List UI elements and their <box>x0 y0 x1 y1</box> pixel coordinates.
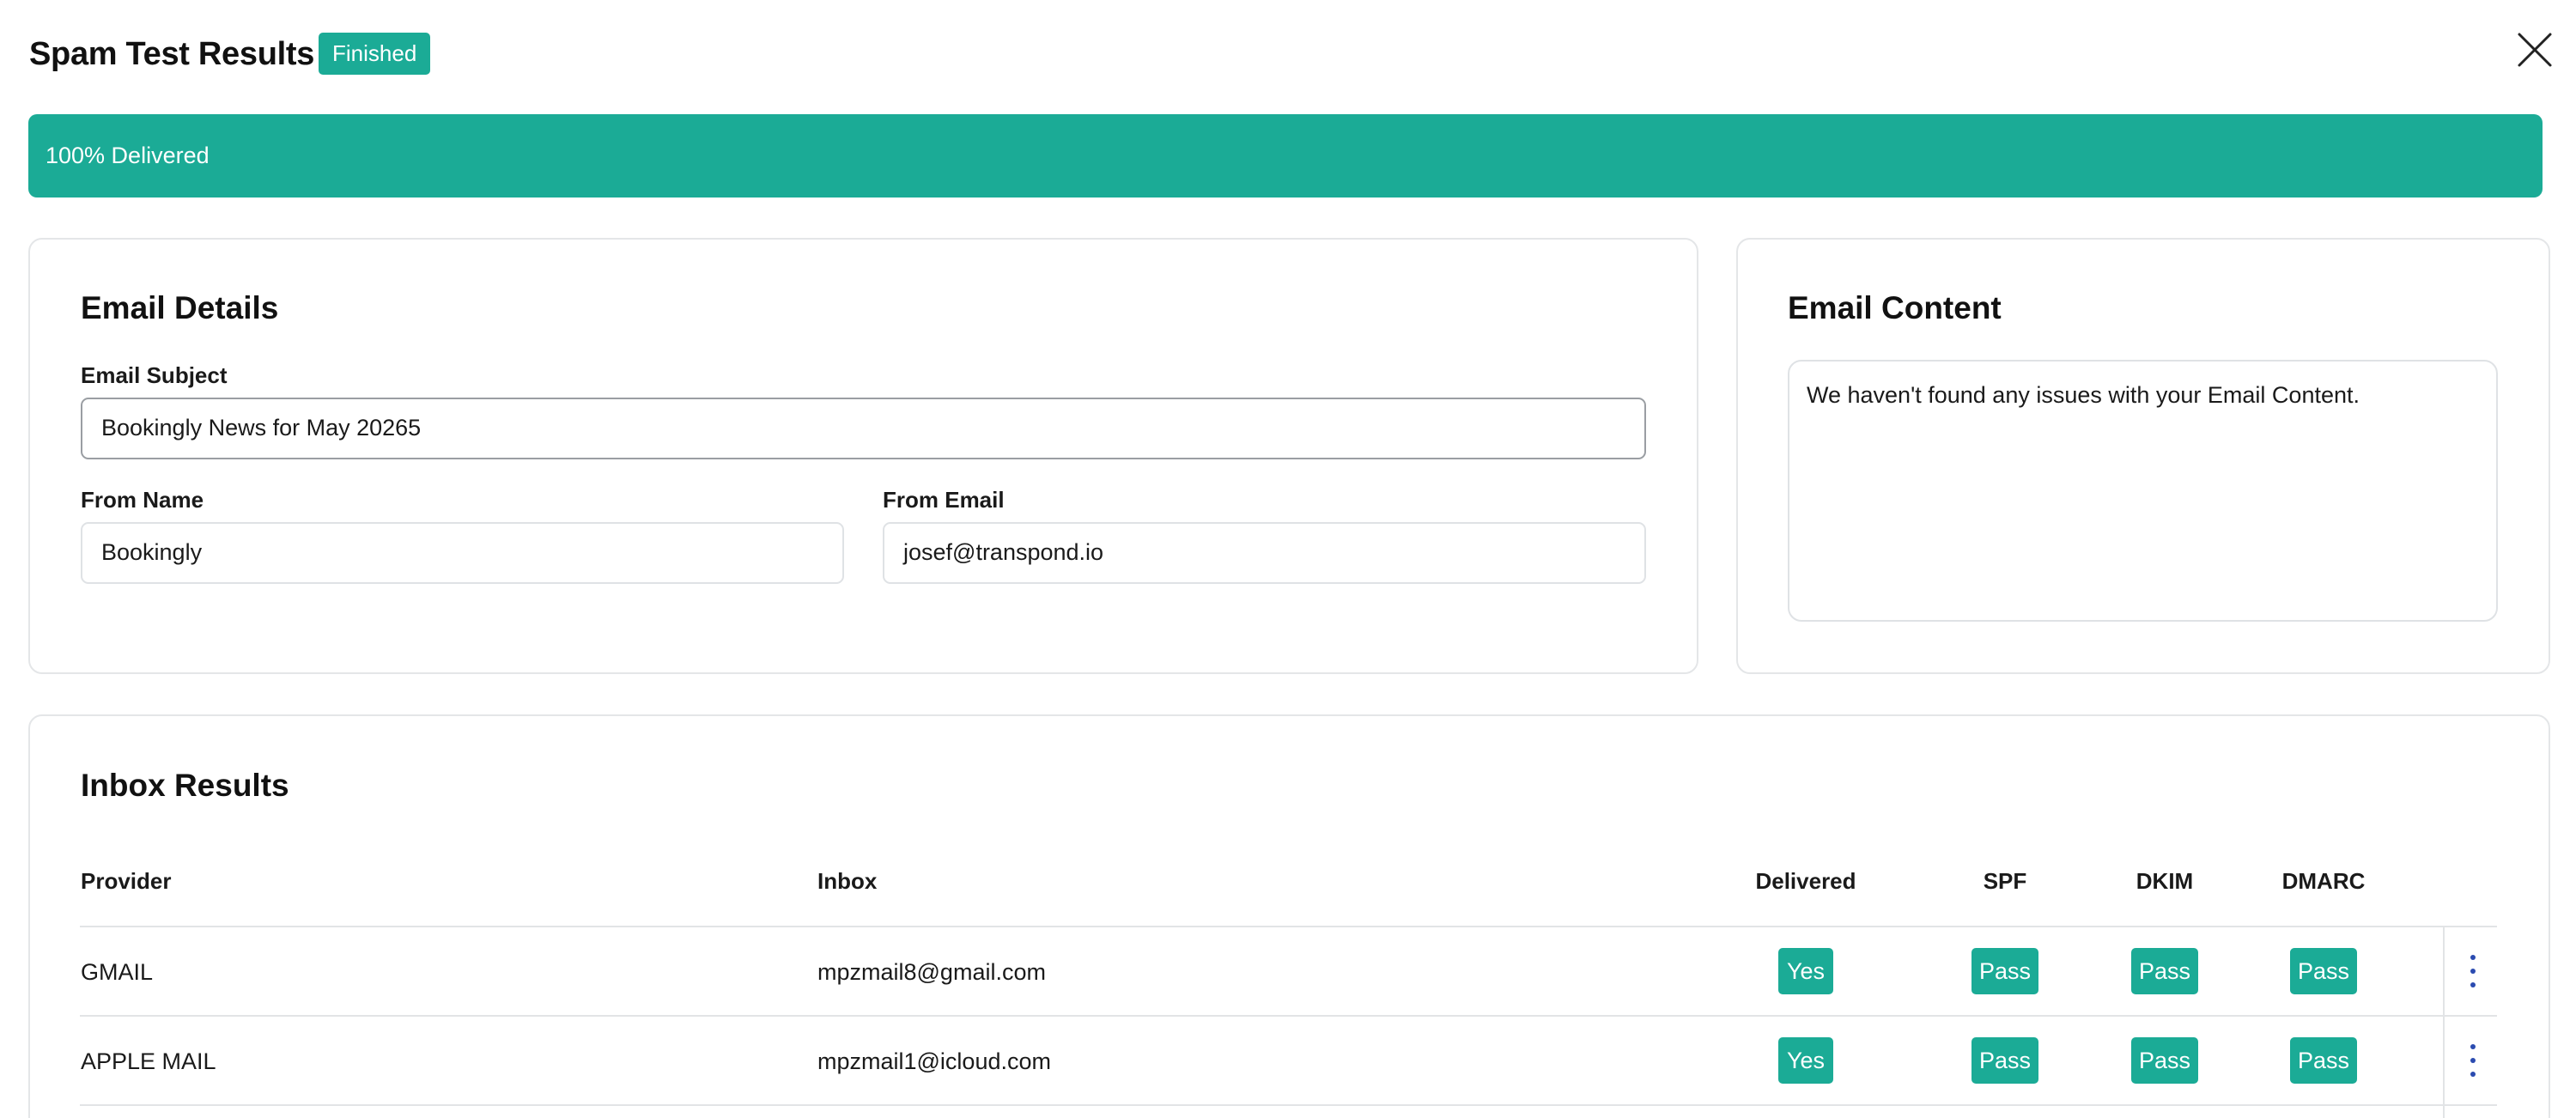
actions-column-divider <box>2443 927 2445 1118</box>
spf-badge[interactable]: Pass <box>1971 948 2038 994</box>
from-email-label: From Email <box>883 487 1005 513</box>
table-divider <box>80 926 2497 927</box>
email-subject-field[interactable]: Bookingly News for May 20265 <box>81 398 1646 459</box>
inbox-cell: mpzmail8@gmail.com <box>817 959 1046 985</box>
provider-cell: GMAIL <box>81 959 154 985</box>
delivered-badge[interactable]: Yes <box>1778 1037 1833 1084</box>
spf-badge[interactable]: Pass <box>1971 1037 2038 1084</box>
table-divider <box>80 1015 2497 1017</box>
email-content-title: Email Content <box>1788 290 2002 325</box>
email-subject-label: Email Subject <box>81 362 228 388</box>
dkim-badge[interactable]: Pass <box>2131 1037 2198 1084</box>
dmarc-badge[interactable]: Pass <box>2290 948 2357 994</box>
close-icon <box>2518 33 2552 67</box>
status-badge: Finished <box>319 33 431 75</box>
column-header-inbox: Inbox <box>817 868 878 894</box>
delivered-badge[interactable]: Yes <box>1778 948 1833 994</box>
provider-cell: APPLE MAIL <box>81 1048 216 1074</box>
column-header-provider: Provider <box>81 868 172 894</box>
table-divider <box>80 1104 2497 1106</box>
inbox-results-title: Inbox Results <box>81 768 289 803</box>
column-header-dmarc: DMARC <box>2281 868 2366 894</box>
delivered-summary: 100% Delivered <box>46 143 210 168</box>
column-header-spf: SPF <box>1983 868 2027 894</box>
more-vertical-icon[interactable] <box>2464 1042 2482 1079</box>
from-email-field[interactable]: josef@transpond.io <box>883 522 1646 584</box>
more-vertical-icon[interactable] <box>2464 952 2482 990</box>
from-name-label: From Name <box>81 487 204 513</box>
email-details-title: Email Details <box>81 290 279 325</box>
dkim-badge[interactable]: Pass <box>2131 948 2198 994</box>
column-header-delivered: Delivered <box>1755 868 1856 894</box>
from-name-field[interactable]: Bookingly <box>81 522 844 584</box>
column-header-dkim: DKIM <box>2136 868 2194 894</box>
delivered-banner: 100% Delivered <box>28 114 2543 197</box>
close-button[interactable] <box>2516 31 2554 69</box>
page-title: Spam Test Results <box>29 36 315 72</box>
email-content-message: We haven't found any issues with your Em… <box>1788 360 2498 622</box>
dmarc-badge[interactable]: Pass <box>2290 1037 2357 1084</box>
inbox-cell: mpzmail1@icloud.com <box>817 1048 1051 1074</box>
